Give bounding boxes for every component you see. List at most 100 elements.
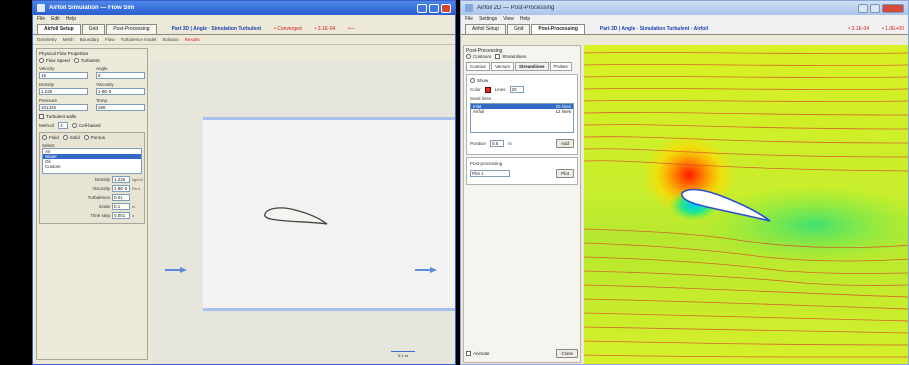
checkbox-icon — [495, 54, 501, 59]
animate-checkbox[interactable]: Animate — [466, 351, 490, 356]
param-field[interactable]: 1.8E-5 — [112, 185, 130, 192]
radio-icon — [62, 135, 68, 140]
step-boundary[interactable]: Boundary — [80, 37, 99, 42]
desktop: Airfoil Simulation — Flow Sim File Edit … — [0, 0, 909, 365]
param-field[interactable]: 1.225 — [112, 176, 130, 183]
list-item[interactable]: Airfoil 12 lines — [471, 109, 573, 114]
radio-icon — [73, 58, 79, 63]
setup-window-title: Airfoil Simulation — Flow Sim — [49, 5, 135, 11]
param-field[interactable]: 0.001 — [112, 212, 130, 219]
post-menubar: File Settings View Help — [461, 15, 908, 24]
radio-porous[interactable]: Porous — [83, 135, 105, 140]
simulation-info: Part 3D | Angle · Simulation Turbulent ·… — [599, 26, 709, 32]
menu-view[interactable]: View — [503, 16, 514, 23]
maximize-button[interactable] — [870, 3, 880, 13]
setup-window-titlebar[interactable]: Airfoil Simulation — Flow Sim — [33, 1, 455, 15]
radio-icon — [466, 54, 471, 59]
field-label: Density — [39, 82, 55, 87]
material-box: Fluid Solid Porous Select Air Water Oil … — [39, 132, 145, 224]
radio-contours[interactable]: Contours — [466, 54, 491, 59]
radio-solid[interactable]: Solid — [62, 135, 80, 140]
step-results[interactable]: Results — [185, 37, 200, 42]
subtab-contour[interactable]: Contour — [466, 62, 491, 71]
radio-cell-based[interactable]: Cell-based — [72, 123, 101, 128]
maximize-button[interactable] — [429, 3, 439, 13]
step-mesh[interactable]: Mesh — [63, 37, 74, 42]
status-residual: • 3.1E-04 — [848, 26, 870, 32]
radio-fluid[interactable]: Fluid — [42, 135, 59, 140]
subtab-probes[interactable]: Probes — [549, 62, 572, 71]
density-field[interactable]: 1.225 — [39, 88, 88, 95]
minimize-button[interactable] — [417, 3, 427, 13]
method-field[interactable]: 1 — [58, 122, 69, 129]
post-window-title: Airfoil 2D — Post-Processing — [477, 5, 555, 11]
tab-grid[interactable]: Grid — [81, 24, 106, 34]
param-row: Density 1.225 kg/m3 — [94, 176, 143, 183]
menu-file[interactable]: File — [465, 16, 473, 23]
airfoil-outline[interactable] — [203, 120, 456, 314]
step-geometry[interactable]: Geometry — [37, 37, 57, 42]
properties-title: Physical Flow Properties — [39, 51, 89, 56]
radio-turbulent[interactable]: Turbulent — [73, 58, 100, 63]
menu-edit[interactable]: Edit — [51, 16, 60, 23]
subtab-streamlines[interactable]: Streamlines — [515, 62, 549, 71]
param-row: Turbulence 0.01 — [42, 194, 142, 201]
plot-button[interactable]: Plot — [556, 169, 574, 178]
seed-lines-list[interactable]: Inlet 20 lines Airfoil 12 lines — [470, 103, 574, 133]
add-seed-button[interactable]: Add — [555, 139, 574, 148]
position-unit: m — [508, 141, 512, 146]
velocity-field[interactable]: 15 — [39, 72, 88, 79]
step-solution[interactable]: Solution — [162, 37, 178, 42]
turbulent-walls-checkbox[interactable]: Turbulent walls — [39, 114, 76, 119]
postprocessing-window: Airfoil 2D — Post-Processing File Settin… — [460, 0, 909, 365]
subtab-vectors[interactable]: Vectors — [491, 62, 515, 71]
plot-select[interactable]: Plot 1 — [470, 170, 510, 177]
field-label: Velocity — [39, 66, 55, 71]
param-row: Time step 0.001 s — [90, 212, 134, 219]
geometry-canvas[interactable]: 0.1 m — [151, 61, 456, 364]
close-button[interactable] — [441, 3, 451, 13]
close-button[interactable] — [882, 3, 904, 13]
menu-help[interactable]: Help — [66, 16, 76, 23]
viscosity-field[interactable]: 1.8E-5 — [96, 88, 145, 95]
position-field[interactable]: 0.5 — [490, 140, 505, 147]
param-row: Viscosity 1.8E-5 Pa s — [92, 185, 141, 192]
param-field[interactable]: 0.1 — [112, 203, 130, 210]
tab-airfoil-setup[interactable]: Airfoil Setup — [465, 24, 506, 34]
tab-post-processing[interactable]: Post-Processing — [106, 24, 157, 34]
radio-icon — [42, 135, 47, 140]
position-label: Position — [470, 141, 487, 146]
param-field[interactable]: 0.01 — [112, 194, 130, 201]
material-list[interactable]: Air Water Oil Custom — [42, 148, 142, 174]
menu-file[interactable]: File — [37, 16, 45, 23]
post-options-panel: Post-Processing Contours Streamlines Con… — [463, 45, 581, 363]
app-icon — [465, 4, 473, 12]
seeds-title: Seed lines — [470, 96, 492, 101]
velocity-contour-plot[interactable] — [584, 45, 908, 364]
lines-count-field[interactable]: 20 — [509, 86, 524, 93]
menu-settings[interactable]: Settings — [479, 16, 497, 23]
radio-icon — [72, 123, 78, 128]
step-flow[interactable]: Flow — [105, 37, 115, 42]
checkbox-streamlines[interactable]: Streamlines — [495, 54, 526, 59]
post-window-titlebar[interactable]: Airfoil 2D — Post-Processing — [461, 1, 908, 15]
field-label: Angle — [96, 66, 108, 71]
temperature-field[interactable]: 288 — [96, 104, 145, 111]
tab-airfoil-setup[interactable]: Airfoil Setup — [37, 24, 81, 34]
tab-grid[interactable]: Grid — [506, 24, 531, 34]
minimize-button[interactable] — [858, 3, 868, 13]
simulation-domain[interactable] — [203, 117, 456, 314]
tab-post-processing[interactable]: Post-Processing — [531, 24, 585, 34]
step-turbulence[interactable]: Turbulence model — [121, 37, 157, 42]
radio-show[interactable]: Show — [470, 78, 488, 83]
list-item[interactable]: Custom — [43, 164, 141, 169]
pressure-field[interactable]: 101325 — [39, 104, 88, 111]
menu-help[interactable]: Help — [520, 16, 530, 23]
close-panel-button[interactable]: Close — [556, 349, 578, 358]
setup-body: Physical Flow Properties Flow Speed Turb… — [33, 45, 456, 364]
method-label: Method — [39, 123, 55, 128]
status-residual: • 3.1E-04 — [314, 26, 336, 32]
angle-field[interactable]: 8 — [96, 72, 145, 79]
color-swatch[interactable] — [484, 86, 491, 93]
radio-flow-speed[interactable]: Flow Speed — [39, 58, 70, 63]
